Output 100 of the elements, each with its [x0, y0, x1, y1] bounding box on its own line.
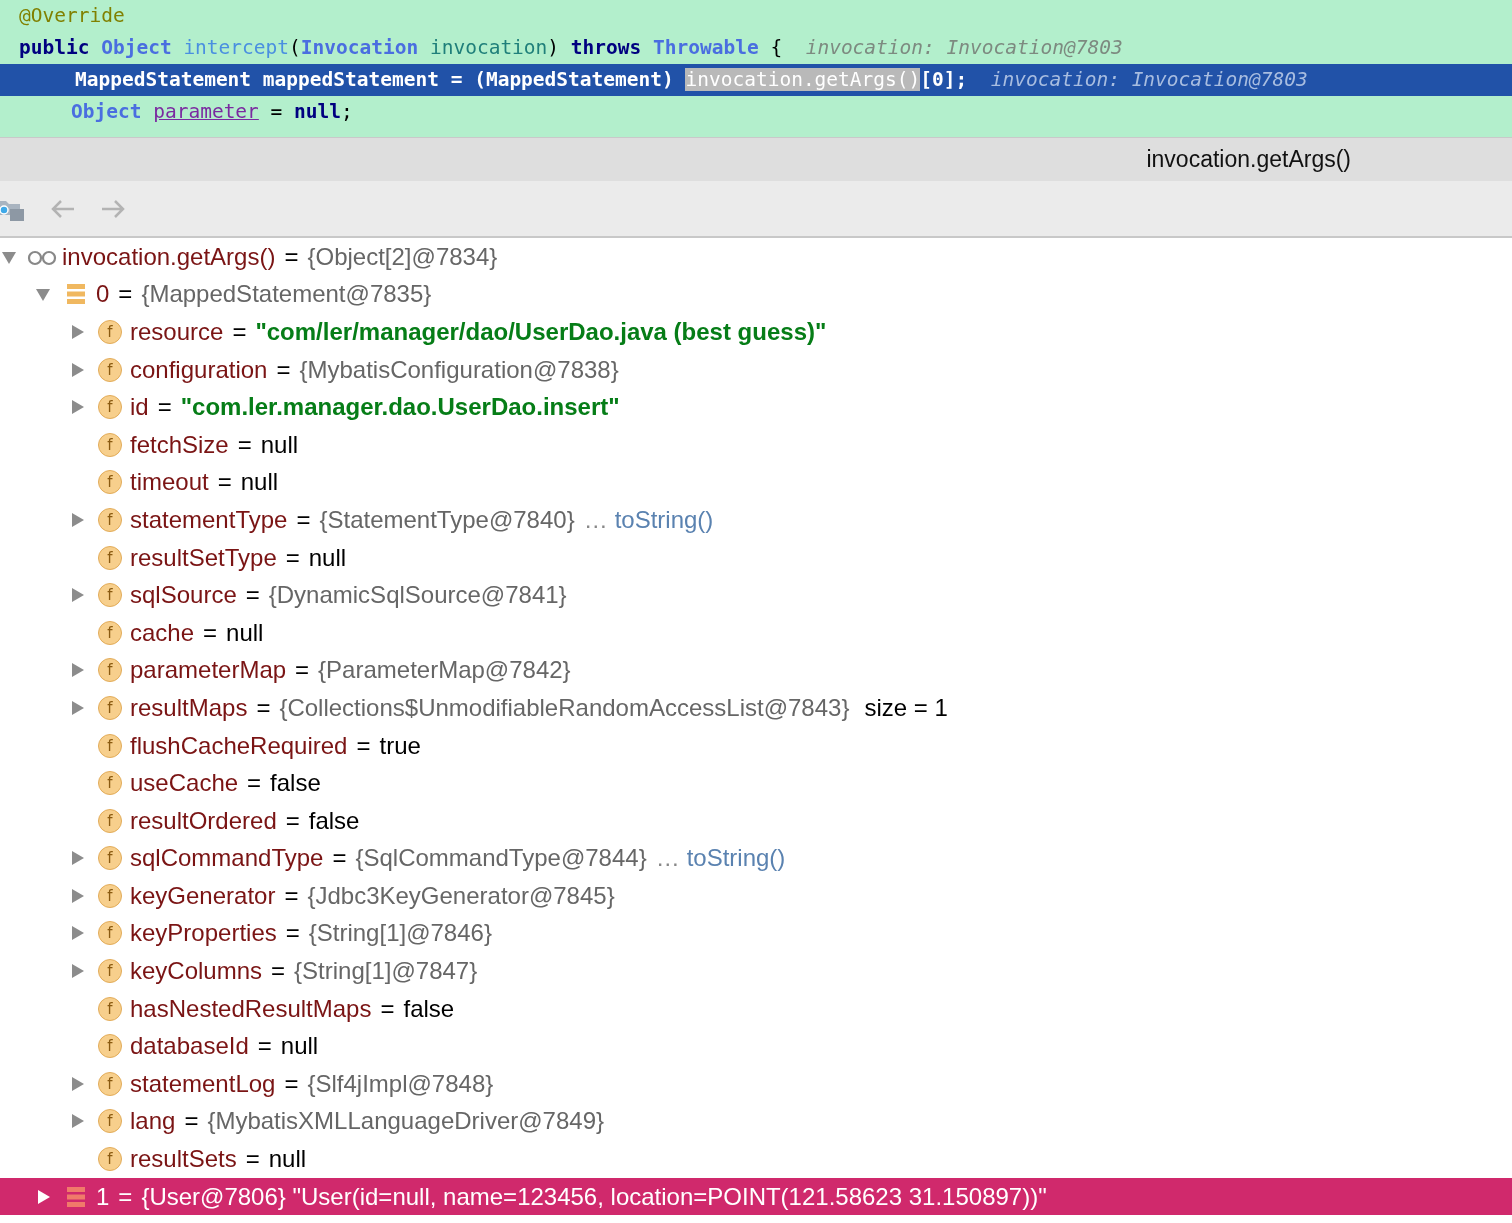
- variable-value: null: [268, 1145, 307, 1174]
- tree-row[interactable]: f sqlCommandType = {SqlCommandType@7844} … toString(): [0, 839, 1512, 878]
- equals-sign: =: [296, 505, 311, 534]
- variable-name: id: [130, 393, 149, 422]
- tree-row[interactable]: f sqlSource = {DynamicSqlSource@7841}: [0, 576, 1512, 614]
- tree-row[interactable]: 0 = {MappedStatement@7835}: [0, 275, 1512, 314]
- variable-value: {StatementType@7840}: [319, 505, 575, 534]
- field-icon: f: [98, 921, 122, 946]
- tree-row[interactable]: f parameterMap = {ParameterMap@7842}: [0, 651, 1512, 690]
- variable-value: false: [403, 994, 455, 1023]
- variable-value: null: [260, 430, 299, 459]
- variable-name: resultSetType: [130, 543, 277, 572]
- variable-name: statementLog: [130, 1069, 276, 1098]
- tree-row[interactable]: f databaseId = null: [0, 1027, 1512, 1066]
- tree-row[interactable]: invocation.getArgs() = {Object[2]@7834}: [0, 238, 1512, 276]
- field-icon: f: [98, 1071, 122, 1096]
- equals-sign: =: [118, 1182, 133, 1211]
- field-icon: f: [98, 959, 122, 984]
- variable-name: hasNestedResultMaps: [130, 994, 372, 1023]
- ellipsis: …: [655, 844, 680, 873]
- tree-row[interactable]: f useCache = false: [0, 764, 1512, 802]
- equals-sign: =: [284, 242, 299, 271]
- tree-row[interactable]: f statementLog = {Slf4jImpl@7848}: [0, 1065, 1512, 1103]
- equals-sign: =: [247, 769, 262, 798]
- variable-value: null: [226, 618, 264, 647]
- variable-name: statementType: [130, 505, 288, 534]
- tree-row[interactable]: f keyGenerator = {Jdbc3KeyGenerator@7845}: [0, 877, 1512, 915]
- tree-row[interactable]: f id = "com.ler.manager.dao.UserDao.insert": [0, 388, 1512, 426]
- variable-name: keyColumns: [130, 957, 263, 986]
- equals-sign: =: [118, 280, 133, 309]
- variable-value: "com.ler.manager.dao.UserDao.insert": [180, 393, 620, 422]
- stacked-bars-icon: [65, 283, 87, 306]
- equals-sign: =: [232, 318, 247, 346]
- code-token: =: [269, 100, 284, 123]
- tostring-link[interactable]: toString(): [686, 844, 786, 873]
- variable-name: configuration: [130, 355, 268, 384]
- variable-name: sqlSource: [130, 581, 237, 610]
- equals-sign: =: [284, 881, 299, 910]
- tree-row[interactable]: f resultOrdered = false: [0, 801, 1512, 840]
- equals-sign: =: [285, 806, 300, 835]
- tree-row[interactable]: f statementType = {StatementType@7840} … toString(): [0, 501, 1512, 539]
- variable-name: parameterMap: [130, 656, 287, 685]
- code-token: Object: [101, 36, 173, 59]
- variable-value: {User@7806} "User(id=null, name=123456, location=POINT(121.58623 31.150897))": [141, 1182, 1047, 1211]
- variable-name: flushCacheRequired: [130, 731, 348, 760]
- tree-row[interactable]: f resultMaps = {Collections$UnmodifiableRandomAccessList@7843} size = 1: [0, 689, 1512, 727]
- variable-name: invocation.getArgs(): [62, 242, 276, 271]
- equals-sign: =: [256, 693, 271, 722]
- field-icon: f: [98, 470, 122, 495]
- variable-value: null: [240, 468, 279, 497]
- field-icon: f: [98, 1147, 122, 1172]
- equals-sign: =: [217, 468, 232, 497]
- selected-tree-row[interactable]: 1 = {User@7806} "User(id=null, name=123456, location=POINT(121.58623 31.150897))": [0, 1177, 1512, 1216]
- inline-hint: invocation: Invocation@7803: [805, 36, 1123, 59]
- code-token: {: [769, 36, 784, 59]
- variable-name: 1: [96, 1182, 110, 1211]
- variable-name: useCache: [130, 769, 239, 798]
- field-icon: f: [98, 658, 122, 683]
- tree-row[interactable]: f resultSetType = null: [0, 538, 1512, 577]
- equals-sign: =: [380, 994, 395, 1023]
- tree-row[interactable]: f configuration = {MybatisConfiguration@7838}: [0, 350, 1512, 389]
- equals-sign: =: [276, 355, 291, 384]
- variable-value: null: [308, 543, 347, 572]
- tree-row[interactable]: f keyColumns = {String[1]@7847}: [0, 952, 1512, 990]
- variable-name: sqlCommandType: [130, 844, 324, 873]
- variable-name: resource: [130, 318, 224, 346]
- tree-row[interactable]: f flushCacheRequired = true: [0, 726, 1512, 765]
- tree-row[interactable]: f timeout = null: [0, 463, 1512, 502]
- code-token: parameter: [153, 100, 259, 123]
- equals-sign: =: [245, 581, 260, 610]
- equals-sign: =: [203, 618, 218, 647]
- code-token: (: [289, 36, 301, 59]
- variable-name: resultOrdered: [130, 806, 277, 835]
- field-icon: f: [98, 620, 122, 645]
- field-icon: f: [98, 545, 122, 570]
- equals-sign: =: [284, 1069, 299, 1098]
- variable-value: {DynamicSqlSource@7841}: [268, 581, 567, 610]
- tree-row[interactable]: f hasNestedResultMaps = false: [0, 989, 1512, 1028]
- tree-row[interactable]: f resultSets = null: [0, 1140, 1512, 1178]
- field-icon: f: [98, 771, 122, 796]
- tree-row[interactable]: f keyProperties = {String[1]@7846}: [0, 914, 1512, 953]
- variable-value: {String[1]@7846}: [308, 919, 492, 948]
- variable-value: null: [280, 1032, 319, 1061]
- equals-sign: =: [237, 430, 252, 459]
- equals-sign: =: [295, 656, 310, 685]
- tree-row[interactable]: f cache = null: [0, 613, 1512, 652]
- variable-name: lang: [130, 1107, 176, 1136]
- inline-hint: invocation: Invocation@7803: [990, 68, 1308, 91]
- tree-row[interactable]: f resource = "com/ler/manager/dao/UserDao.java (best guess)": [0, 313, 1512, 351]
- equals-sign: =: [285, 919, 300, 948]
- tree-row[interactable]: f fetchSize = null: [0, 425, 1512, 464]
- ellipsis: …: [583, 505, 608, 534]
- field-icon: f: [98, 996, 122, 1021]
- equals-sign: =: [356, 731, 371, 760]
- selected-text: invocation.getArgs(): [685, 68, 921, 91]
- variable-value: {MappedStatement@7835}: [141, 280, 432, 309]
- code-token: throws: [570, 36, 643, 59]
- tree-row[interactable]: f lang = {MybatisXMLLanguageDriver@7849}: [0, 1102, 1512, 1141]
- code-token: [0];: [920, 68, 969, 91]
- tostring-link[interactable]: toString(): [614, 505, 714, 534]
